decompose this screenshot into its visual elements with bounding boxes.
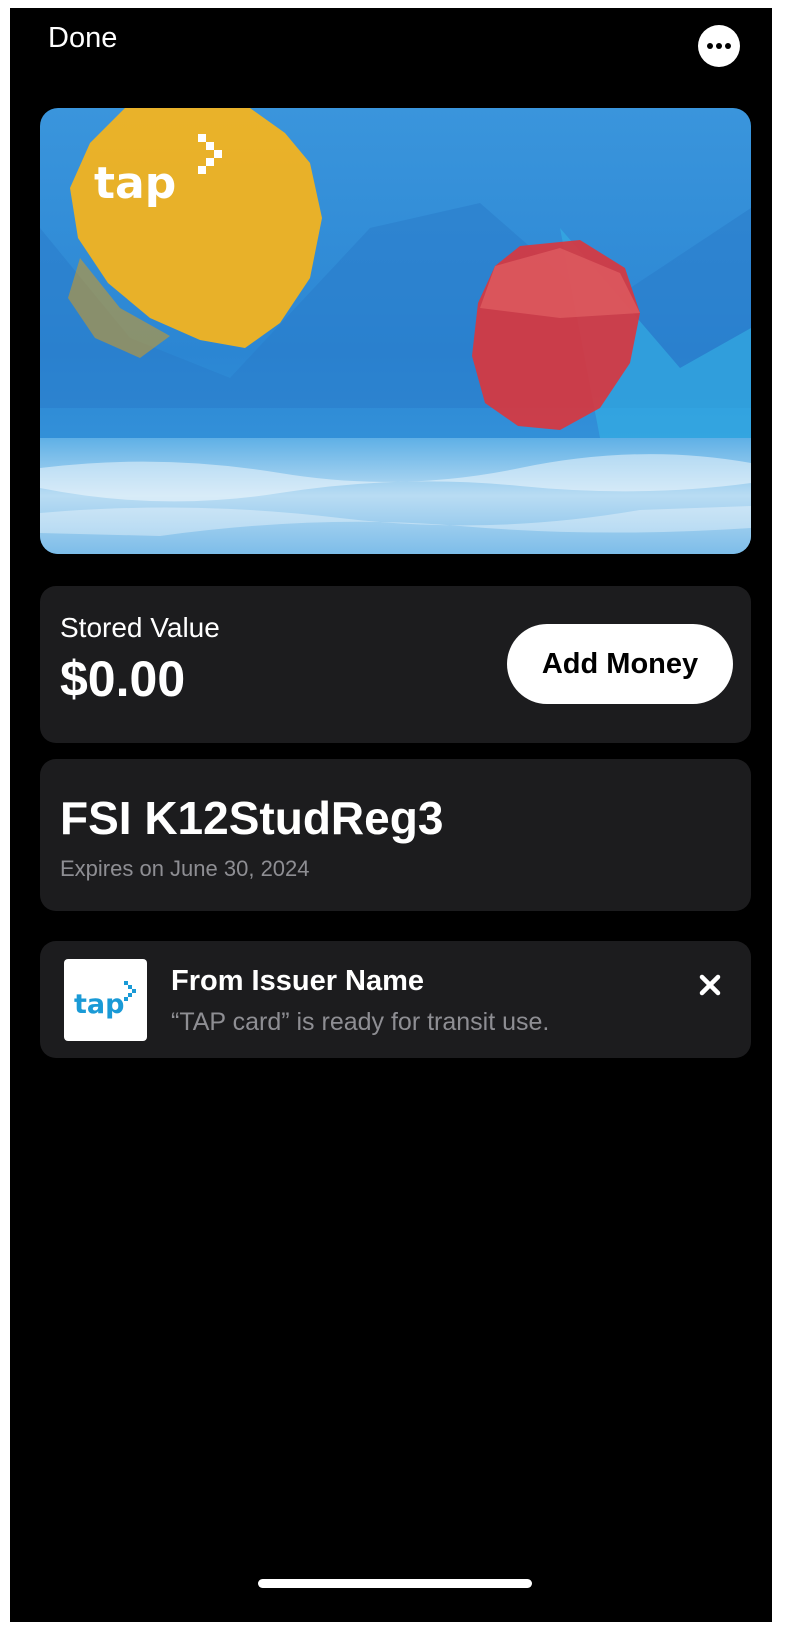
issuer-notification[interactable]: tap From Issuer Name “TAP card” is ready… [40,941,751,1058]
close-glyph [699,974,721,996]
logo-arrow-block [206,142,214,150]
logo-arrow-block [124,997,128,1001]
stored-value-label: Stored Value [60,612,220,643]
logo-arrow-block [128,993,132,997]
done-button[interactable]: Done [48,22,117,55]
notification-message: “TAP card” is ready for transit use. [171,1008,550,1036]
logo-arrow-block [198,166,206,174]
issuer-logo-text: tap [74,989,124,1020]
more-dot [716,43,722,49]
tap-logo-icon: tap [74,981,136,1020]
transit-card-artwork[interactable]: tap [40,108,751,554]
stored-value-amount: $0.00 [60,651,186,707]
close-icon[interactable] [688,963,732,1007]
wallet-pass-screen: Done tap Stored Value $0.00 Add Money FS… [10,8,772,1622]
logo-arrow-block [124,981,128,985]
notification-title: From Issuer Name [171,965,425,997]
issuer-logo: tap [64,959,147,1041]
add-money-button[interactable]: Add Money [507,624,733,704]
stored-value-panel: Stored Value $0.00 Add Money [40,586,751,743]
card-tap-logo: tap [94,158,176,209]
more-dot [707,43,713,49]
pass-expiry: Expires on June 30, 2024 [60,856,310,881]
logo-arrow-block [132,989,136,993]
ellipsis-circle-icon[interactable] [698,25,740,67]
logo-arrow-block [206,158,214,166]
pass-details-panel[interactable]: FSI K12StudReg3 Expires on June 30, 2024 [40,759,751,911]
logo-arrow-block [198,134,206,142]
card-artwork-image: tap [40,108,751,554]
more-dot [725,43,731,49]
pass-name: FSI K12StudReg3 [60,792,444,844]
logo-arrow-block [128,985,132,989]
logo-arrow-block [214,150,222,158]
home-indicator[interactable] [258,1579,532,1588]
close-stroke [699,974,721,996]
